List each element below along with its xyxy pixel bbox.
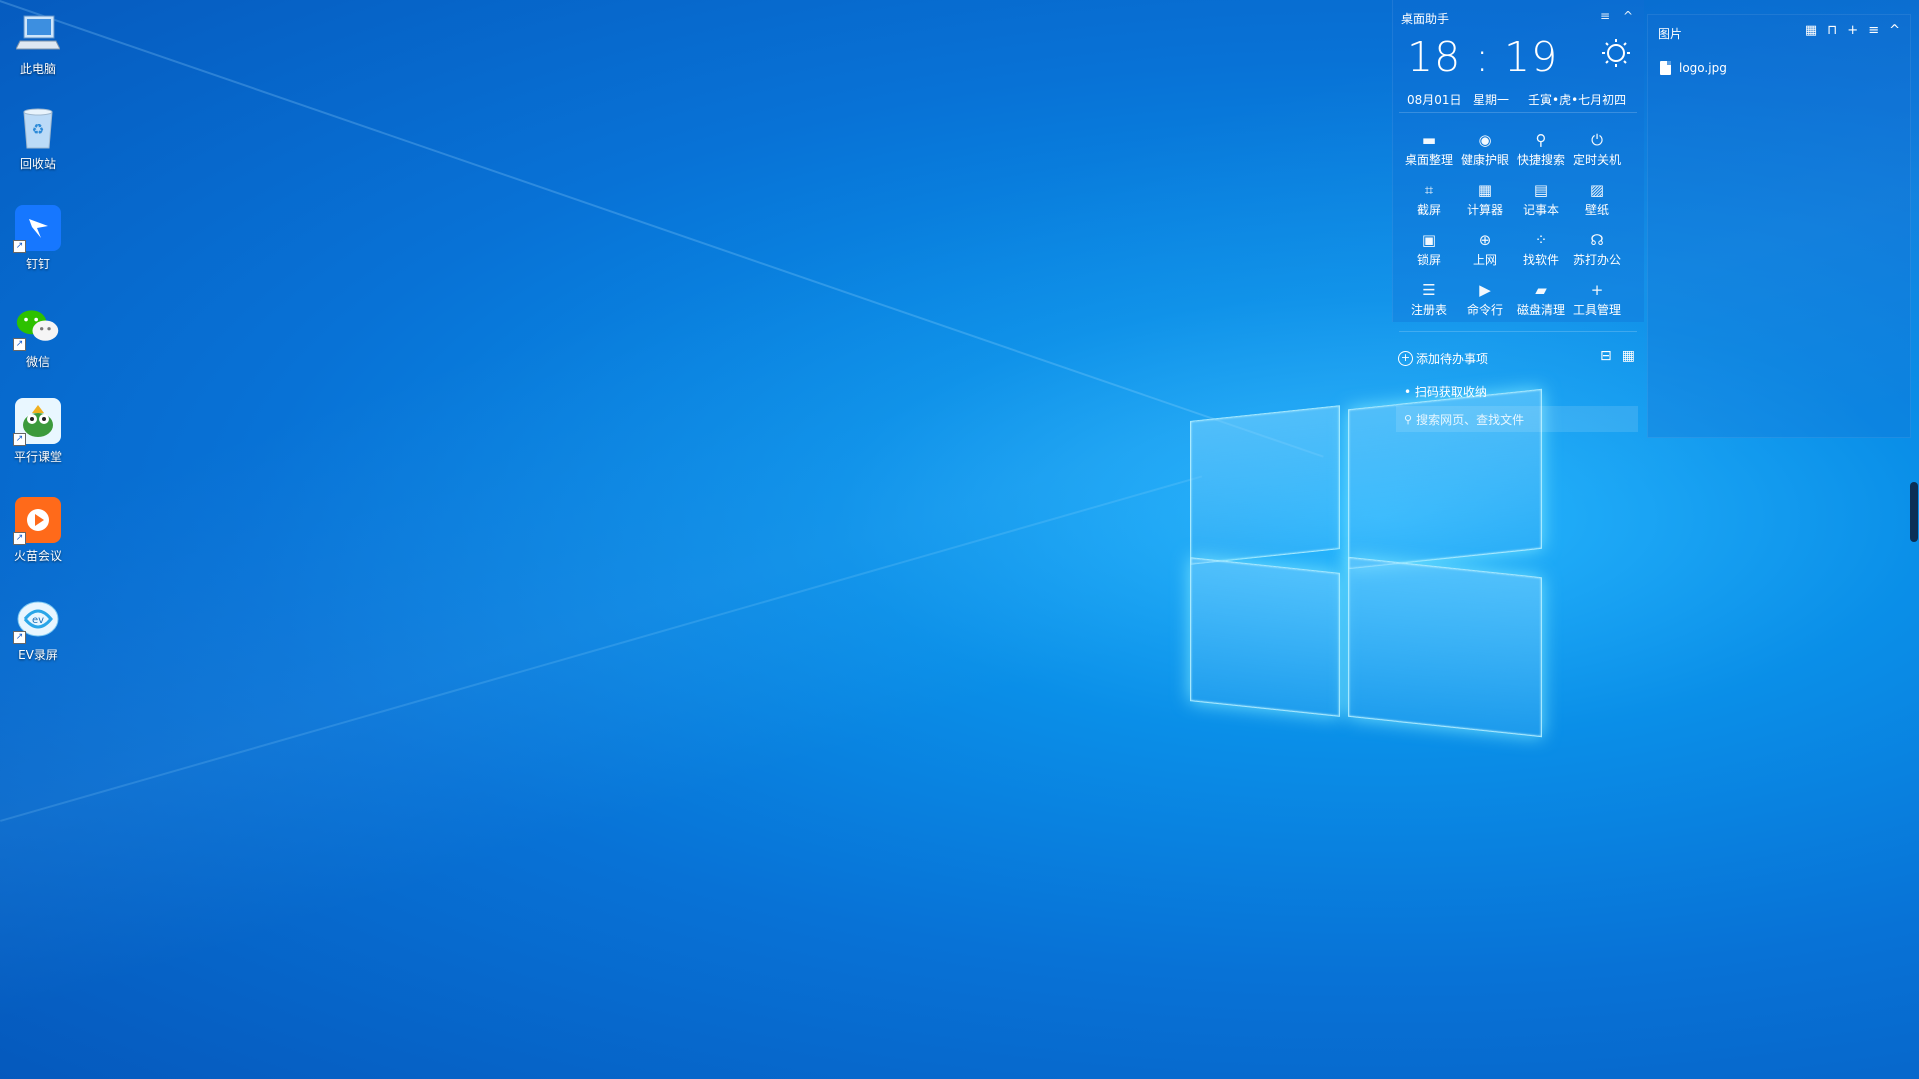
logo-pane (1190, 557, 1340, 717)
shortcut-arrow-icon: ↗ (13, 338, 26, 351)
desktop-icon-parallel-classroom[interactable]: ↗ 平行课堂 (8, 398, 68, 465)
add-todo-label: 添加待办事项 (1416, 352, 1489, 366)
desktop-icon-label: 钉钉 (25, 257, 50, 271)
huomiao-meeting-icon: ↗ (13, 497, 61, 545)
search-icon: ⚲ (1404, 412, 1413, 426)
pictures-widget: 图片 ▦ ⊓ + ≡ ^ logo.jpg (1647, 14, 1911, 438)
collapse-icon[interactable]: ^ (1889, 23, 1900, 38)
computer-icon (15, 10, 61, 56)
add-icon[interactable]: + (1847, 23, 1858, 38)
desktop-icon-label: EV录屏 (18, 648, 58, 662)
shortcut-arrow-icon: ↗ (13, 433, 26, 446)
todo-item[interactable]: • 扫码获取收纳 (1404, 383, 1487, 400)
shortcut-arrow-icon: ↗ (13, 240, 26, 253)
wechat-icon: ↗ (13, 303, 61, 351)
desktop-icon-this-pc[interactable]: 此电脑 (8, 10, 68, 77)
unlock-icon[interactable]: ⊓ (1827, 23, 1837, 38)
search-placeholder: 搜索网页、查找文件 (1416, 412, 1525, 427)
bullet-icon: • (1404, 385, 1415, 399)
desktop-icon-label: 火苗会议 (13, 549, 62, 563)
desktop-icon-huomiao-meeting[interactable]: ↗ 火苗会议 (8, 497, 68, 564)
logo-pane (1190, 405, 1340, 565)
todo-actions: ⊟ ▦ (1600, 348, 1635, 364)
file-name: logo.jpg (1679, 61, 1727, 75)
svg-text:♻: ♻ (32, 122, 45, 138)
dingtalk-icon: ↗ (13, 205, 61, 253)
shortcut-arrow-icon: ↗ (13, 532, 26, 545)
logo-pane (1348, 556, 1542, 738)
desktop-icon-recycle-bin[interactable]: ♻ 回收站 (8, 105, 68, 172)
desktop-icon-label: 回收站 (19, 157, 56, 171)
file-icon (1660, 61, 1671, 75)
search-input[interactable]: ⚲ 搜索网页、查找文件 (1396, 406, 1638, 432)
parallel-classroom-icon: ↗ (13, 398, 61, 446)
recycle-bin-icon: ♻ (15, 105, 61, 151)
menu-icon[interactable]: ≡ (1868, 23, 1879, 38)
pictures-title: 图片 (1658, 27, 1683, 41)
desktop-icon-dingtalk[interactable]: ↗ 钉钉 (8, 205, 68, 272)
desktop-icon-label: 平行课堂 (13, 450, 62, 464)
desktop-icon-ev-recorder[interactable]: ev ↗ EV录屏 (8, 596, 68, 663)
todo-list-add-icon[interactable]: ⊟ (1600, 348, 1612, 364)
add-circle-icon: + (1398, 351, 1413, 366)
edge-scroll-handle[interactable] (1910, 482, 1918, 542)
desktop-background: 此电脑 ♻ 回收站 ↗ 钉钉 ↗ 微信 ↗ 平行课堂 ↗ 火苗会议 ev ↗ E… (0, 0, 1919, 1079)
file-item[interactable]: logo.jpg (1660, 61, 1727, 75)
shortcut-arrow-icon: ↗ (13, 631, 26, 644)
grid-view-icon[interactable]: ▦ (1805, 23, 1817, 38)
add-todo-button[interactable]: + 添加待办事项 (1398, 350, 1488, 367)
pictures-controls: ▦ ⊓ + ≡ ^ (1805, 23, 1900, 38)
qr-code-icon[interactable]: ▦ (1622, 348, 1635, 364)
todo-item-text: 扫码获取收纳 (1414, 385, 1487, 399)
desktop-icon-wechat[interactable]: ↗ 微信 (8, 303, 68, 370)
svg-text:ev: ev (32, 615, 44, 626)
assistant-todo-area: + 添加待办事项 ⊟ ▦ • 扫码获取收纳 ⚲ 搜索网页、查找文件 (1392, 0, 1643, 440)
desktop-icon-label: 微信 (25, 355, 50, 369)
desktop-icon-label: 此电脑 (19, 62, 56, 76)
ev-recorder-icon: ev ↗ (13, 596, 61, 644)
